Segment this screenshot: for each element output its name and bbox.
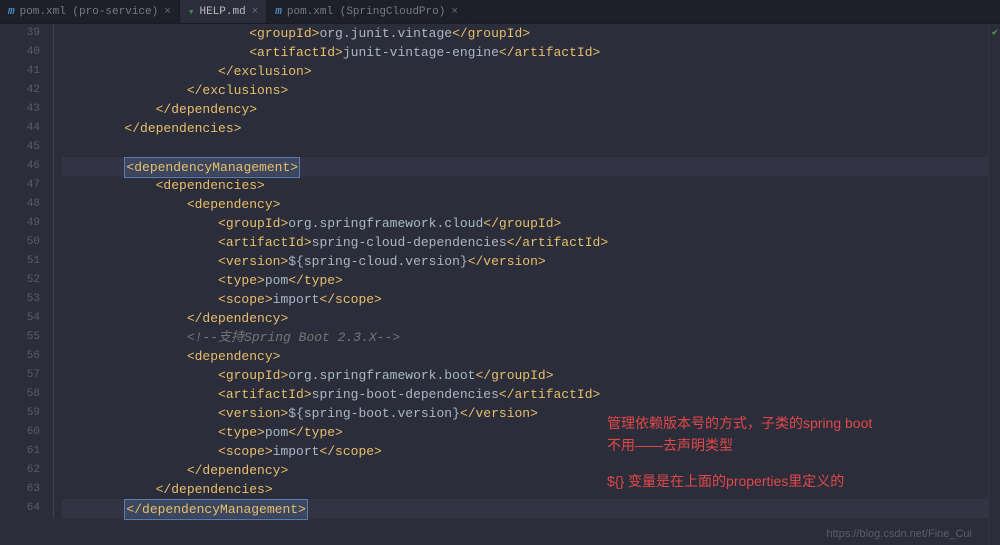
code-line[interactable]: <dependency> [62,347,1000,366]
line-number: 62 [0,461,40,480]
line-number: 42 [0,81,40,100]
code-line[interactable]: </dependencies> [62,119,1000,138]
maven-file-icon: m [275,6,282,18]
code-line[interactable]: <!--支持Spring Boot 2.3.X--> [62,328,1000,347]
line-number: 50 [0,233,40,252]
editor-tab[interactable]: m pom.xml (SpringCloudPro) × [267,0,467,23]
line-number: 47 [0,176,40,195]
line-number: 45 [0,138,40,157]
line-number: 40 [0,43,40,62]
line-number: 51 [0,252,40,271]
code-line[interactable]: </dependencyManagement> [62,499,1000,518]
line-number: 60 [0,423,40,442]
code-line[interactable]: <artifactId>spring-boot-dependencies</ar… [62,385,1000,404]
line-number-gutter: 3940414243444546474849505152535455565758… [0,24,50,545]
fold-region [50,24,62,545]
code-line[interactable]: </dependency> [62,100,1000,119]
line-number: 41 [0,62,40,81]
maven-file-icon: m [8,6,15,18]
code-line[interactable]: <groupId>org.springframework.cloud</grou… [62,214,1000,233]
line-number: 64 [0,499,40,518]
markdown-file-icon: ▾ [188,5,195,19]
code-line[interactable]: <version>${spring-cloud.version}</versio… [62,252,1000,271]
watermark: https://blog.csdn.net/Fine_Cui [826,528,972,540]
code-line[interactable]: <artifactId>spring-cloud-dependencies</a… [62,233,1000,252]
line-number: 63 [0,480,40,499]
code-line[interactable]: <dependencies> [62,176,1000,195]
editor-tabs: m pom.xml (pro-service) × ▾ HELP.md × m pom.xml… [0,0,1000,24]
annotation-text: 管理依赖版本号的方式，子类的spring boot [607,412,872,434]
editor-tab[interactable]: ▾ HELP.md × [180,0,267,23]
code-line[interactable]: <groupId>org.springframework.boot</group… [62,366,1000,385]
editor-area: 3940414243444546474849505152535455565758… [0,24,1000,545]
line-number: 58 [0,385,40,404]
code-line[interactable]: <groupId>org.junit.vintage</groupId> [62,24,1000,43]
code-line[interactable]: <artifactId>junit-vintage-engine</artifa… [62,43,1000,62]
line-number: 46 [0,157,40,176]
code-line[interactable]: <scope>import</scope> [62,290,1000,309]
tab-label: pom.xml (SpringCloudPro) [287,6,445,18]
line-number: 44 [0,119,40,138]
analysis-ok-icon: ✔ [992,27,998,39]
annotation-text: ${} 变量是在上面的properties里定义的 [607,470,872,492]
line-number: 49 [0,214,40,233]
line-number: 53 [0,290,40,309]
line-number: 55 [0,328,40,347]
line-number: 54 [0,309,40,328]
tab-label: HELP.md [199,6,245,18]
code-line[interactable]: </exclusion> [62,62,1000,81]
annotation-text: 不用——去声明类型 [607,434,872,456]
error-stripe[interactable]: ✔ [988,24,1000,545]
code-line[interactable]: <type>pom</type> [62,271,1000,290]
line-number: 59 [0,404,40,423]
line-number: 56 [0,347,40,366]
line-number: 52 [0,271,40,290]
code-line[interactable]: </dependency> [62,309,1000,328]
tab-label: pom.xml (pro-service) [20,6,159,18]
code-line[interactable] [62,138,1000,157]
close-icon[interactable]: × [451,6,458,18]
code-content[interactable]: 💡 <groupId>org.junit.vintage</groupId> <… [62,24,1000,545]
editor-tab[interactable]: m pom.xml (pro-service) × [0,0,180,23]
close-icon[interactable]: × [252,6,259,18]
code-line[interactable]: <dependencyManagement> [62,157,1000,176]
selection-highlight: </dependencyManagement> [124,499,307,520]
line-number: 39 [0,24,40,43]
line-number: 43 [0,100,40,119]
code-line[interactable]: </exclusions> [62,81,1000,100]
close-icon[interactable]: × [164,6,171,18]
code-line[interactable]: <dependency> [62,195,1000,214]
line-number: 57 [0,366,40,385]
selection-highlight: <dependencyManagement> [124,157,300,178]
line-number: 48 [0,195,40,214]
line-number: 61 [0,442,40,461]
annotation-overlay: 管理依赖版本号的方式，子类的spring boot 不用——去声明类型 ${} … [607,412,872,492]
